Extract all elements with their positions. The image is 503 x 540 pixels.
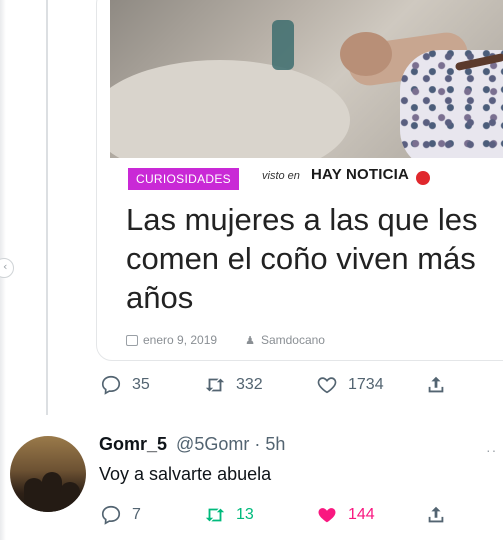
reply-action-bar: 7 13 144 bbox=[100, 500, 500, 530]
share-icon bbox=[428, 506, 444, 523]
category-tag[interactable]: CURIOSIDADES bbox=[128, 168, 239, 190]
retweet-button[interactable]: 13 bbox=[204, 500, 254, 530]
like-count: 1734 bbox=[348, 376, 384, 393]
retweet-icon bbox=[205, 508, 225, 522]
share-button[interactable] bbox=[425, 370, 447, 400]
author-icon: ♟ bbox=[245, 334, 255, 347]
share-icon bbox=[428, 376, 444, 393]
retweet-button[interactable]: 332 bbox=[204, 370, 263, 400]
tweet-text: Voy a salvarte abuela bbox=[99, 464, 272, 484]
article-author: Samdocano bbox=[260, 333, 325, 347]
avatar[interactable] bbox=[10, 436, 86, 512]
reply-icon bbox=[101, 505, 121, 525]
reply-count: 7 bbox=[132, 506, 141, 523]
display-name[interactable]: Gomr_5 bbox=[99, 434, 167, 454]
article-photo[interactable] bbox=[110, 0, 503, 158]
reply-count: 35 bbox=[132, 376, 150, 393]
reply-button[interactable]: 35 bbox=[100, 370, 150, 400]
calendar-icon bbox=[126, 334, 138, 346]
like-button[interactable]: 1734 bbox=[316, 370, 384, 400]
heart-icon bbox=[318, 508, 336, 523]
article-date: enero 9, 2019 bbox=[143, 333, 218, 347]
thread-line bbox=[46, 0, 48, 415]
article-headline[interactable]: Las mujeres a las que les comen el coño … bbox=[126, 200, 496, 317]
more-options-icon[interactable]: ·· bbox=[486, 442, 497, 458]
reply-icon bbox=[101, 375, 121, 395]
seen-on-label: visto en bbox=[262, 170, 300, 182]
heart-icon bbox=[317, 377, 337, 394]
retweet-count: 332 bbox=[236, 376, 263, 393]
chevron-left-icon: ‹ bbox=[3, 260, 8, 273]
tweet-action-bar: 35 332 1734 bbox=[100, 370, 500, 400]
retweet-icon bbox=[205, 378, 225, 392]
share-button[interactable] bbox=[425, 500, 447, 530]
like-button[interactable]: 144 bbox=[316, 500, 375, 530]
retweet-count: 13 bbox=[236, 506, 254, 523]
like-count: 144 bbox=[348, 506, 375, 523]
handle-and-time[interactable]: @5Gomr · 5h bbox=[176, 434, 285, 454]
nav-back-button[interactable]: ‹ bbox=[0, 258, 14, 278]
brand-logo: HAY NOTICIA bbox=[311, 166, 410, 183]
article-meta: enero 9, 2019 ♟ Samdocano bbox=[126, 333, 325, 347]
reply-button[interactable]: 7 bbox=[100, 500, 141, 530]
brand-logo-dot-icon bbox=[416, 171, 430, 185]
tweet-author-line: Gomr_5 @5Gomr · 5h bbox=[99, 434, 285, 455]
